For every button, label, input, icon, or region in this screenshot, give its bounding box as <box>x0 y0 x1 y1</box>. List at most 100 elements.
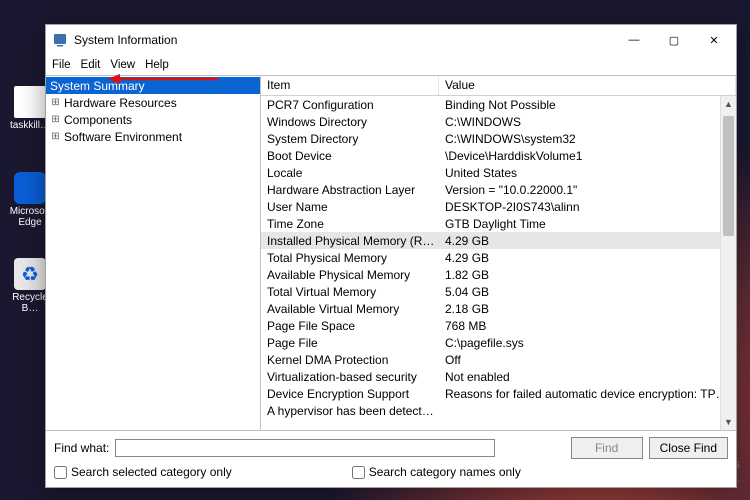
titlebar[interactable]: System Information — ▢ ✕ <box>46 25 736 55</box>
cell-item: Page File <box>261 336 439 350</box>
cell-value: Binding Not Possible <box>439 98 736 112</box>
content-area: System Summary ⊞ Hardware Resources ⊞ Co… <box>46 75 736 430</box>
checkbox-category-names[interactable] <box>352 466 365 479</box>
expand-icon[interactable]: ⊞ <box>50 131 61 142</box>
find-label: Find what: <box>54 441 109 455</box>
list-row[interactable]: Device Encryption SupportReasons for fai… <box>261 385 736 402</box>
cell-item: Boot Device <box>261 149 439 163</box>
cell-value: C:\WINDOWS\system32 <box>439 132 736 146</box>
list-row[interactable]: System DirectoryC:\WINDOWS\system32 <box>261 130 736 147</box>
scroll-up-icon[interactable]: ▲ <box>721 96 736 112</box>
system-information-window: System Information — ▢ ✕ File Edit View … <box>45 24 737 488</box>
tree-system-summary[interactable]: System Summary <box>46 77 260 94</box>
list-row[interactable]: A hypervisor has been detected… <box>261 402 736 419</box>
cell-item: Total Virtual Memory <box>261 285 439 299</box>
tree-components[interactable]: ⊞ Components <box>46 111 260 128</box>
scroll-down-icon[interactable]: ▼ <box>721 414 736 430</box>
checkbox-selected-category[interactable] <box>54 466 67 479</box>
tree-hardware-resources[interactable]: ⊞ Hardware Resources <box>46 94 260 111</box>
menu-file[interactable]: File <box>52 59 71 71</box>
check-label: Search category names only <box>369 465 521 479</box>
list-row[interactable]: Installed Physical Memory (RAM)4.29 GB <box>261 232 736 249</box>
cell-value: 5.04 GB <box>439 285 736 299</box>
vertical-scrollbar[interactable]: ▲ ▼ <box>720 96 736 430</box>
cell-item: Hardware Abstraction Layer <box>261 183 439 197</box>
tree-label: Components <box>64 113 132 127</box>
list-row[interactable]: Virtualization-based securityNot enabled <box>261 368 736 385</box>
cell-item: Available Virtual Memory <box>261 302 439 316</box>
tree-label: System Summary <box>50 79 145 93</box>
list-row[interactable]: Total Virtual Memory5.04 GB <box>261 283 736 300</box>
list-row[interactable]: Total Physical Memory4.29 GB <box>261 249 736 266</box>
list-row[interactable]: Page File Space768 MB <box>261 317 736 334</box>
cell-item: Virtualization-based security <box>261 370 439 384</box>
cell-value: United States <box>439 166 736 180</box>
check-selected-category[interactable]: Search selected category only <box>54 465 232 479</box>
find-input[interactable] <box>115 439 495 457</box>
list-header[interactable]: Item Value <box>261 76 736 96</box>
list-row[interactable]: Page FileC:\pagefile.sys <box>261 334 736 351</box>
cell-item: Page File Space <box>261 319 439 333</box>
maximize-button[interactable]: ▢ <box>654 26 694 54</box>
menu-edit[interactable]: Edit <box>81 59 101 71</box>
menu-view[interactable]: View <box>110 59 135 71</box>
list-row[interactable]: Hardware Abstraction LayerVersion = "10.… <box>261 181 736 198</box>
close-button[interactable]: ✕ <box>694 26 734 54</box>
list-row[interactable]: Boot Device\Device\HarddiskVolume1 <box>261 147 736 164</box>
cell-item: Locale <box>261 166 439 180</box>
app-icon <box>52 32 68 48</box>
column-item[interactable]: Item <box>261 76 439 95</box>
list-row[interactable]: Time ZoneGTB Daylight Time <box>261 215 736 232</box>
nav-tree[interactable]: System Summary ⊞ Hardware Resources ⊞ Co… <box>46 76 261 430</box>
list-row[interactable]: Available Virtual Memory2.18 GB <box>261 300 736 317</box>
find-button[interactable]: Find <box>571 437 643 459</box>
cell-value: 4.29 GB <box>439 251 736 265</box>
cell-item: PCR7 Configuration <box>261 98 439 112</box>
edge-icon <box>14 172 46 204</box>
cell-item: Total Physical Memory <box>261 251 439 265</box>
column-value[interactable]: Value <box>439 76 736 95</box>
expand-icon[interactable]: ⊞ <box>50 114 61 125</box>
tree-label: Software Environment <box>64 130 182 144</box>
cell-value: Version = "10.0.22000.1" <box>439 183 736 197</box>
window-title: System Information <box>74 33 614 47</box>
list-body[interactable]: PCR7 ConfigurationBinding Not PossibleWi… <box>261 96 736 430</box>
find-options: Search selected category only Search cat… <box>46 461 736 487</box>
cell-item: System Directory <box>261 132 439 146</box>
cell-item: Windows Directory <box>261 115 439 129</box>
cell-value: C:\pagefile.sys <box>439 336 736 350</box>
cell-item: Available Physical Memory <box>261 268 439 282</box>
cell-value: \Device\HarddiskVolume1 <box>439 149 736 163</box>
tree-software-environment[interactable]: ⊞ Software Environment <box>46 128 260 145</box>
check-category-names[interactable]: Search category names only <box>352 465 521 479</box>
cell-value: 2.18 GB <box>439 302 736 316</box>
cell-item: Device Encryption Support <box>261 387 439 401</box>
list-row[interactable]: Windows DirectoryC:\WINDOWS <box>261 113 736 130</box>
cell-value: Off <box>439 353 736 367</box>
details-list[interactable]: Item Value PCR7 ConfigurationBinding Not… <box>261 76 736 430</box>
recycle-icon: ♻ <box>14 258 46 290</box>
list-row[interactable]: Kernel DMA ProtectionOff <box>261 351 736 368</box>
cell-value: DESKTOP-2I0S743\alinn <box>439 200 736 214</box>
expand-icon[interactable]: ⊞ <box>50 97 61 108</box>
list-row[interactable]: User NameDESKTOP-2I0S743\alinn <box>261 198 736 215</box>
cell-value: C:\WINDOWS <box>439 115 736 129</box>
file-icon <box>14 86 46 118</box>
cell-value: Reasons for failed automatic device encr… <box>439 387 736 401</box>
close-find-button[interactable]: Close Find <box>649 437 728 459</box>
list-row[interactable]: Available Physical Memory1.82 GB <box>261 266 736 283</box>
cell-item: Time Zone <box>261 217 439 231</box>
list-row[interactable]: PCR7 ConfigurationBinding Not Possible <box>261 96 736 113</box>
cell-item: User Name <box>261 200 439 214</box>
scroll-thumb[interactable] <box>723 116 734 236</box>
cell-item: A hypervisor has been detected… <box>261 404 439 418</box>
menubar: File Edit View Help <box>46 55 736 75</box>
cell-value: Not enabled <box>439 370 736 384</box>
cell-value: 1.82 GB <box>439 268 736 282</box>
cell-value: 4.29 GB <box>439 234 736 248</box>
cell-item: Kernel DMA Protection <box>261 353 439 367</box>
menu-help[interactable]: Help <box>145 59 169 71</box>
minimize-button[interactable]: — <box>614 26 654 54</box>
check-label: Search selected category only <box>71 465 232 479</box>
list-row[interactable]: LocaleUnited States <box>261 164 736 181</box>
